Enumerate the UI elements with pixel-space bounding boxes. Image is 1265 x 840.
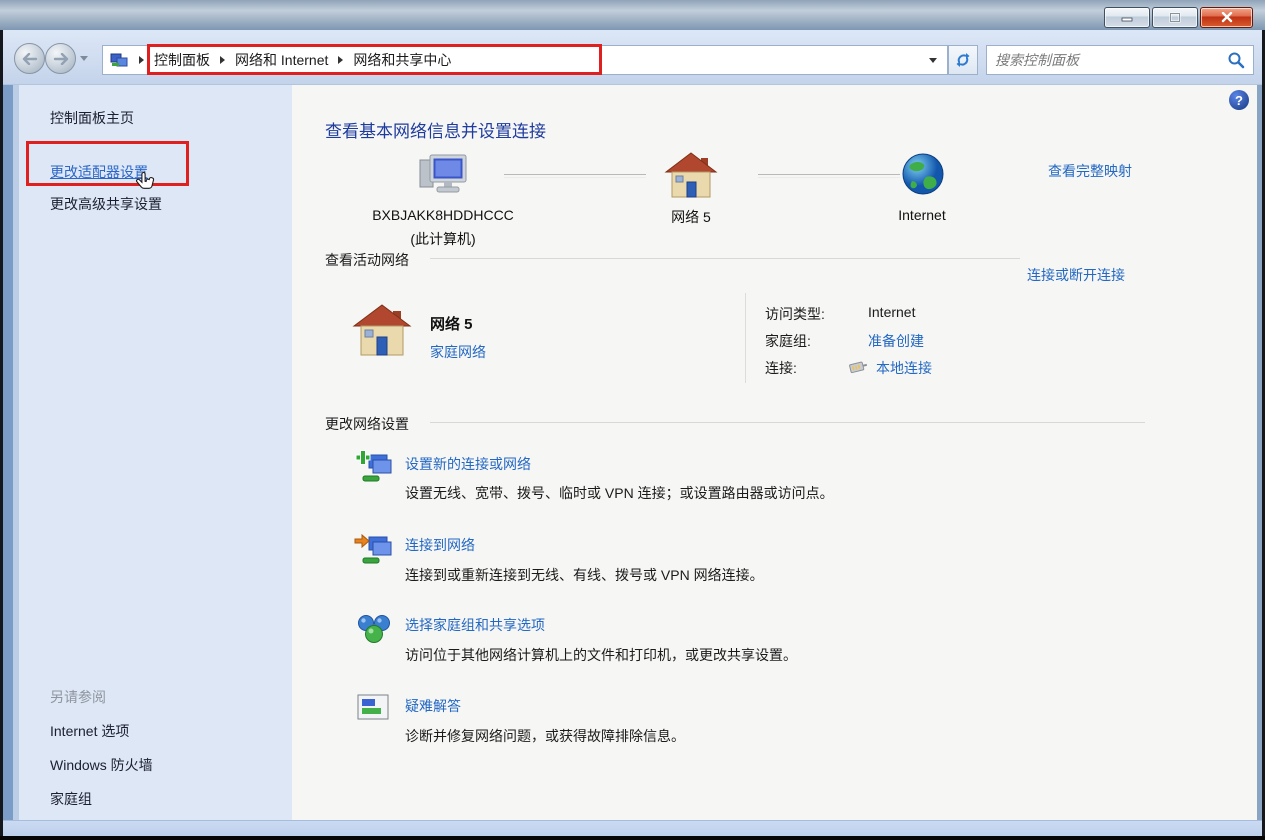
see-also-label: 另请参阅 (50, 687, 106, 707)
minimize-button[interactable] (1104, 7, 1150, 28)
map-connection-line (504, 174, 646, 178)
close-button[interactable] (1200, 7, 1253, 28)
house-icon (352, 303, 412, 357)
chevron-down-icon (929, 58, 937, 63)
sidebar-item-change-advanced-sharing[interactable]: 更改高级共享设置 (50, 194, 162, 214)
troubleshoot-problems-link[interactable]: 疑难解答 (405, 696, 461, 716)
map-network-label: 网络 5 (636, 207, 746, 227)
troubleshoot-icon (357, 694, 391, 724)
page-title: 查看基本网络信息并设置连接 (325, 117, 546, 142)
maximize-icon (1169, 12, 1181, 23)
search-icon[interactable] (1227, 51, 1245, 69)
recent-pages-dropdown[interactable] (80, 56, 88, 61)
connect-disconnect-link[interactable]: 连接或断开连接 (1027, 265, 1125, 285)
help-icon[interactable]: ? (1229, 90, 1249, 110)
computer-sub-label: (此计算机) (353, 229, 533, 249)
forward-arrow-icon (53, 53, 69, 65)
troubleshoot-problems-desc: 诊断并修复网络问题，或获得故障排除信息。 (405, 726, 685, 746)
help-glyph: ? (1235, 93, 1243, 108)
homegroup-ready-link[interactable]: 准备创建 (868, 331, 924, 351)
ethernet-icon (846, 357, 869, 376)
local-connection-link[interactable]: 本地连接 (876, 358, 932, 378)
computer-icon[interactable] (417, 153, 471, 199)
details-divider (745, 293, 746, 383)
sidebar: 控制面板主页 更改适配器设置 更改高级共享设置 另请参阅 Internet 选项… (19, 85, 292, 820)
breadcrumb-arrow-icon (139, 56, 144, 64)
homegroup-label: 家庭组: (765, 331, 811, 351)
setup-new-connection-desc: 设置无线、宽带、拨号、临时或 VPN 连接；或设置路由器或访问点。 (405, 483, 834, 503)
network-location-icon (110, 52, 130, 69)
refresh-button[interactable] (948, 45, 978, 75)
title-bar (0, 0, 1265, 30)
close-icon (1221, 12, 1233, 23)
house-icon[interactable] (664, 151, 718, 199)
highlight-box-breadcrumb (147, 44, 602, 75)
active-network-name: 网络 5 (430, 313, 473, 334)
forward-button[interactable] (45, 43, 76, 74)
address-dropdown-button[interactable] (929, 58, 937, 63)
view-full-map-link[interactable]: 查看完整映射 (1048, 161, 1132, 181)
window-border-bottom (3, 820, 1262, 836)
section-rule (430, 258, 1020, 259)
hand-cursor-icon (134, 171, 158, 197)
window-border-bottom-outer (0, 836, 1265, 840)
change-settings-section-label: 更改网络设置 (325, 414, 409, 434)
sidebar-item-homegroup[interactable]: 家庭组 (50, 789, 92, 809)
access-type-label: 访问类型: (765, 304, 825, 324)
maximize-button[interactable] (1152, 7, 1198, 28)
active-networks-section-label: 查看活动网络 (325, 250, 409, 270)
access-type-value: Internet (868, 304, 915, 320)
refresh-icon (955, 52, 971, 68)
section-rule (430, 422, 1145, 423)
choose-homegroup-options-link[interactable]: 选择家庭组和共享选项 (405, 615, 545, 635)
chevron-down-icon (80, 56, 88, 61)
connection-label: 连接: (765, 358, 797, 378)
sidebar-item-windows-firewall[interactable]: Windows 防火墙 (50, 755, 153, 775)
homegroup-icon (355, 610, 393, 648)
back-button[interactable] (14, 43, 45, 74)
window-border-left (3, 85, 13, 820)
choose-homegroup-options-desc: 访问位于其他网络计算机上的文件和打印机，或更改共享设置。 (405, 645, 797, 665)
sidebar-item-control-panel-home[interactable]: 控制面板主页 (50, 108, 134, 128)
network-type-link[interactable]: 家庭网络 (430, 342, 486, 362)
sidebar-item-internet-options[interactable]: Internet 选项 (50, 721, 129, 741)
main-content: 查看基本网络信息并设置连接 ? BXBJAKK8HDDHCCC (此计算机) 网… (292, 85, 1257, 820)
search-input[interactable] (995, 52, 1227, 68)
search-box[interactable] (986, 45, 1254, 75)
computer-name-label: BXBJAKK8HDDHCCC (353, 207, 533, 223)
connect-network-icon (353, 530, 393, 568)
minimize-icon (1121, 13, 1133, 22)
highlight-box-adapter-settings (26, 141, 189, 186)
globe-icon[interactable] (900, 151, 946, 197)
new-connection-icon (353, 448, 393, 486)
map-internet-label: Internet (872, 207, 972, 223)
map-connection-line (758, 174, 900, 178)
connect-to-network-link[interactable]: 连接到网络 (405, 535, 475, 555)
connect-to-network-desc: 连接到或重新连接到无线、有线、拨号或 VPN 网络连接。 (405, 565, 764, 585)
back-arrow-icon (22, 53, 38, 65)
setup-new-connection-link[interactable]: 设置新的连接或网络 (405, 454, 531, 474)
